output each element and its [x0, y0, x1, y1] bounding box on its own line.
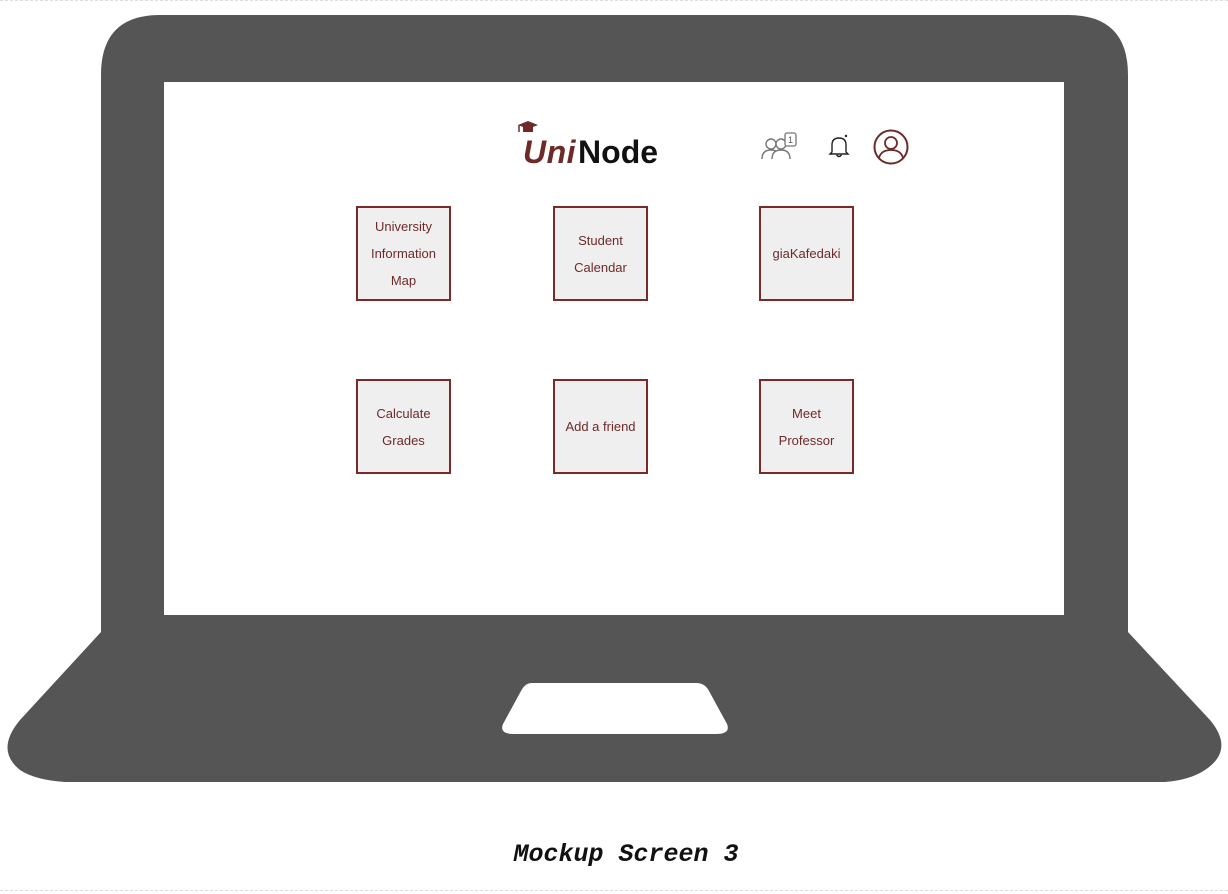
student-calendar-tile[interactable]: Student Calendar: [553, 206, 648, 301]
uninode-logo: Uni Node: [517, 118, 658, 168]
tile-label: Meet Professor: [778, 405, 835, 448]
logo-node-text: Node: [578, 134, 659, 170]
add-a-friend-tile[interactable]: Add a friend: [553, 379, 648, 474]
tile-label: Calculate Grades: [376, 405, 431, 448]
graduation-cap-icon: [518, 121, 538, 132]
tile-label: giaKafedaki: [772, 246, 841, 261]
logo-uni-text: Uni: [523, 134, 577, 170]
tile-label: Add a friend: [565, 419, 636, 434]
meet-professor-tile[interactable]: Meet Professor: [759, 379, 854, 474]
tile-label: Student Calendar: [574, 232, 627, 275]
friends-notification-icon[interactable]: 1: [761, 131, 799, 161]
trackpad: [502, 683, 728, 734]
tile-label: University Information Map: [370, 219, 437, 288]
calculate-grades-tile[interactable]: Calculate Grades: [356, 379, 451, 474]
friends-badge-count: 1: [788, 135, 793, 145]
university-information-map-tile[interactable]: University Information Map: [356, 206, 451, 301]
giakafedaki-tile[interactable]: giaKafedaki: [759, 206, 854, 301]
bell-icon[interactable]: [828, 133, 850, 159]
user-profile-icon[interactable]: [873, 129, 909, 165]
mockup-caption: Mockup Screen 3: [513, 840, 739, 869]
bottom-dashed-border: [0, 890, 1228, 891]
app-screen: Uni Node 1 University Information Map St…: [164, 82, 1064, 615]
